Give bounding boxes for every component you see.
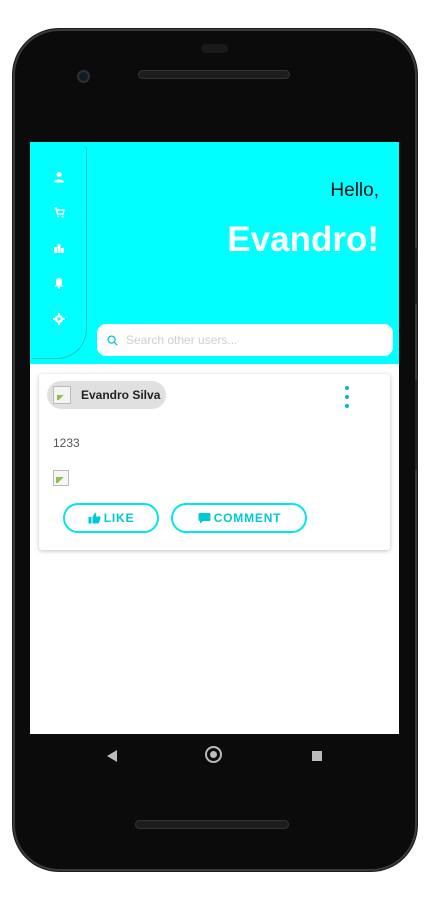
bell-icon[interactable] (52, 276, 65, 289)
post-text: 1233 (53, 436, 80, 450)
author-chip[interactable]: Evandro Silva (47, 381, 166, 409)
recent-apps-icon[interactable] (312, 751, 322, 761)
home-icon[interactable] (205, 746, 222, 763)
volume-button (415, 248, 418, 304)
post-image (53, 470, 69, 486)
person-icon[interactable] (52, 170, 65, 183)
avatar (53, 386, 71, 404)
top-sensor (201, 44, 228, 53)
user-name-title: Evandro! (227, 220, 379, 259)
greeting-text: Hello, (330, 180, 379, 201)
app-header: Hello, Evandro! (30, 142, 399, 364)
back-icon[interactable] (107, 750, 117, 762)
like-button[interactable]: LIKE (63, 503, 159, 533)
more-options-icon[interactable] (344, 386, 350, 408)
comment-label: COMMENT (213, 511, 282, 525)
author-name: Evandro Silva (81, 388, 161, 402)
comment-icon (197, 512, 211, 524)
front-camera (77, 70, 90, 83)
side-navigation (32, 146, 87, 359)
top-speaker (138, 70, 290, 79)
gear-icon[interactable] (52, 312, 65, 325)
power-button (415, 380, 418, 470)
search-bar[interactable] (97, 324, 393, 356)
search-input[interactable] (124, 332, 378, 348)
cart-icon[interactable] (52, 205, 65, 218)
app-screen: Hello, Evandro! Evandro Silva 1233 LIKE (30, 142, 399, 734)
post-card: Evandro Silva 1233 LIKE COMMENT (39, 374, 390, 550)
search-icon (107, 334, 118, 346)
like-label: LIKE (103, 511, 135, 525)
chart-icon[interactable] (52, 241, 65, 254)
thumbs-up-icon (88, 512, 101, 524)
comment-button[interactable]: COMMENT (171, 503, 307, 533)
bottom-speaker (135, 820, 289, 829)
system-navigation-bar (30, 734, 399, 776)
